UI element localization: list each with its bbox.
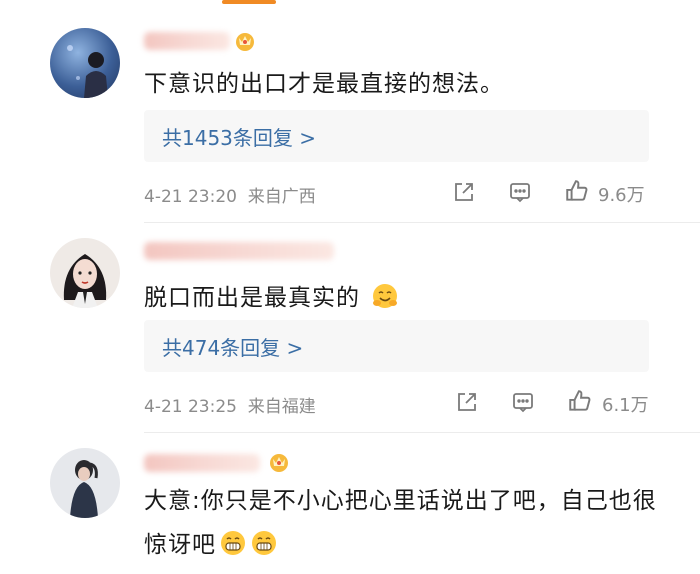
- avatar[interactable]: [50, 448, 120, 518]
- replies-label: 共1453条回复 >: [162, 126, 317, 150]
- username[interactable]: [144, 452, 274, 474]
- vip-badge-icon: [236, 33, 254, 51]
- like-count: 9.6万: [598, 185, 645, 206]
- comment-icon[interactable]: [511, 390, 535, 414]
- replies-label: 共474条回复 >: [162, 336, 304, 360]
- divider: [144, 432, 700, 433]
- comment-icon[interactable]: [508, 180, 532, 204]
- comment-time: 4-21 23:25: [144, 397, 237, 417]
- comment-text: 下意识的出口才是最直接的想法。: [144, 71, 504, 97]
- comment-text: 脱口而出是最真实的: [144, 278, 399, 312]
- comment-meta: 4-21 23:20 来自广西: [144, 182, 316, 207]
- share-icon[interactable]: [455, 390, 479, 414]
- comment-location: 来自福建: [247, 397, 316, 417]
- like-icon[interactable]: [567, 388, 593, 414]
- avatar[interactable]: [50, 238, 120, 308]
- avatar[interactable]: [50, 28, 120, 98]
- grinning-face-emoji-icon: [221, 531, 245, 555]
- vip-badge-icon: [270, 454, 288, 472]
- share-icon[interactable]: [452, 180, 476, 204]
- comment-text: 大意:你只是不小心把心里话说出了吧，自己也很惊讶吧: [144, 479, 664, 567]
- like-icon[interactable]: [564, 178, 590, 204]
- grinning-face-emoji-icon: [252, 531, 276, 555]
- view-replies-button[interactable]: 共1453条回复 >: [144, 110, 649, 162]
- tab-indicator: [222, 0, 276, 4]
- comment-location: 来自广西: [247, 187, 316, 207]
- divider: [144, 222, 700, 223]
- hugging-face-emoji-icon: [373, 284, 398, 308]
- view-replies-button[interactable]: 共474条回复 >: [144, 320, 649, 372]
- like-count: 6.1万: [602, 395, 649, 416]
- comment-time: 4-21 23:20: [144, 187, 237, 207]
- username[interactable]: [144, 240, 344, 262]
- comment-meta: 4-21 23:25 来自福建: [144, 392, 316, 417]
- comment-text-content: 脱口而出是最真实的: [144, 285, 360, 311]
